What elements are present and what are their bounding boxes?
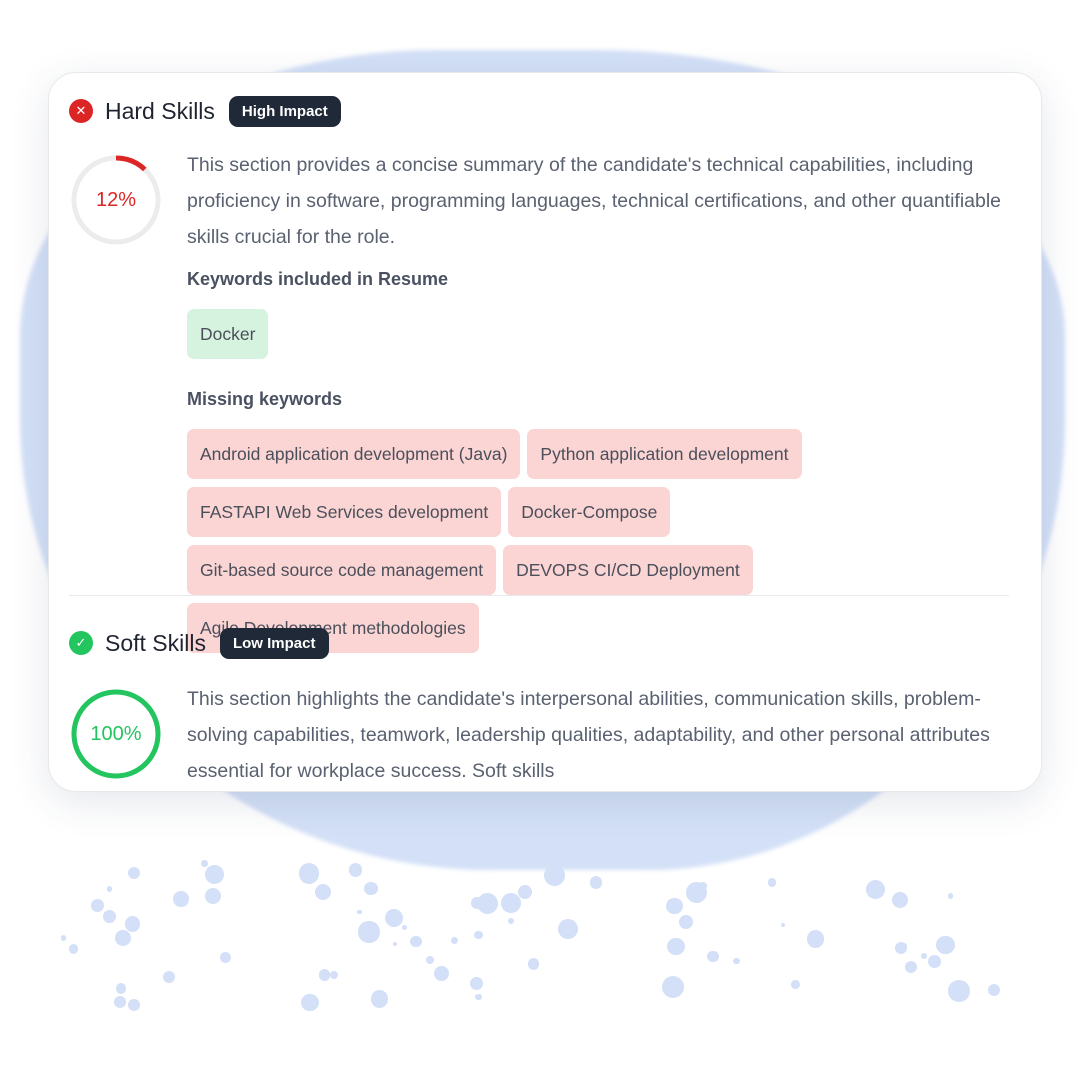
- splatter-dot: [921, 952, 928, 959]
- splatter-dot: [936, 936, 955, 955]
- splatter-dot: [947, 893, 954, 899]
- included-keywords: Docker: [187, 309, 907, 359]
- splatter-dot: [508, 918, 515, 924]
- splatter-dot: [557, 919, 578, 940]
- skills-card: ✕ Hard Skills High Impact 12% This secti…: [48, 72, 1042, 792]
- splatter-dot: [60, 935, 67, 941]
- check-circle-icon: ✓: [69, 631, 93, 655]
- splatter-dot: [301, 993, 319, 1012]
- keyword-chip: DEVOPS CI/CD Deployment: [503, 545, 753, 595]
- splatter-dot: [732, 957, 740, 965]
- splatter-dot: [685, 881, 708, 904]
- splatter-dot: [527, 958, 540, 970]
- splatter-dot: [987, 984, 1000, 997]
- splatter-dot: [544, 864, 566, 887]
- splatter-dot: [433, 966, 449, 982]
- splatter-dot: [91, 899, 104, 913]
- splatter-dot: [299, 863, 320, 884]
- section-title: Hard Skills: [105, 97, 215, 124]
- splatter-dot: [127, 998, 140, 1011]
- splatter-dot: [409, 935, 422, 948]
- keyword-chip: Docker: [187, 309, 269, 359]
- splatter-dot: [124, 916, 140, 932]
- splatter-dot: [315, 883, 332, 900]
- section-title: Soft Skills: [105, 629, 206, 656]
- splatter-dot: [589, 876, 603, 889]
- score-ring: 100%: [69, 687, 163, 781]
- splatter-dot: [475, 993, 482, 1000]
- splatter-dot: [68, 944, 79, 954]
- splatter-dot: [425, 956, 434, 964]
- splatter-dot: [173, 891, 190, 908]
- splatter-dot: [806, 930, 825, 948]
- splatter-dot: [220, 952, 232, 964]
- hard-skills-section: ✕ Hard Skills High Impact 12% This secti…: [69, 93, 1009, 653]
- splatter-dot: [115, 929, 131, 946]
- splatter-dot: [318, 969, 331, 981]
- splatter-dot: [667, 937, 685, 956]
- splatter-dot: [348, 863, 363, 877]
- splatter-dot: [474, 930, 483, 940]
- splatter-dot: [205, 888, 222, 905]
- splatter-dot: [948, 980, 970, 1002]
- score-ring: 12%: [69, 153, 163, 247]
- keyword-chip: Git-based source code management: [187, 545, 497, 595]
- splatter-dot: [358, 921, 380, 943]
- splatter-dot: [928, 954, 942, 968]
- x-circle-icon: ✕: [69, 99, 93, 123]
- splatter-dot: [791, 980, 801, 990]
- missing-keywords: Android application development (Java) Py…: [187, 429, 907, 653]
- splatter-dot: [894, 942, 908, 955]
- keyword-chip: Docker-Compose: [508, 487, 671, 537]
- keyword-chip: FASTAPI Web Services development: [187, 487, 502, 537]
- splatter-dot: [768, 878, 777, 887]
- splatter-dot: [517, 884, 532, 899]
- splatter-dot: [113, 996, 126, 1009]
- splatter-dot: [162, 971, 176, 984]
- splatter-dot: [707, 950, 719, 962]
- section-description: This section highlights the candidate's …: [187, 688, 990, 782]
- splatter-dot: [201, 860, 208, 867]
- splatter-dot: [781, 923, 786, 928]
- splatter-dot: [115, 983, 127, 994]
- splatter-dot: [205, 865, 225, 885]
- divider: [69, 595, 1009, 596]
- splatter-dot: [107, 886, 113, 892]
- included-label: Keywords included in Resume: [187, 269, 449, 289]
- splatter-dot: [357, 910, 362, 915]
- splatter-dot: [662, 976, 685, 998]
- splatter-dot: [330, 970, 339, 979]
- section-description: This section provides a concise summary …: [187, 154, 1002, 248]
- splatter-dot: [392, 942, 397, 947]
- keyword-chip: Android application development (Java): [187, 429, 521, 479]
- splatter-dot: [501, 893, 522, 913]
- splatter-dot: [371, 990, 389, 1008]
- splatter-dot: [450, 937, 459, 945]
- splatter-dot: [892, 892, 909, 909]
- splatter-dot: [666, 897, 684, 915]
- splatter-dot: [470, 977, 483, 991]
- splatter-dot: [363, 881, 378, 896]
- splatter-dot: [904, 961, 917, 974]
- impact-badge: High Impact: [228, 95, 341, 127]
- splatter-dot: [384, 909, 403, 927]
- missing-label: Missing keywords: [187, 389, 343, 409]
- splatter-dot: [128, 866, 141, 879]
- impact-badge: Low Impact: [219, 627, 329, 659]
- splatter-dot: [470, 896, 483, 910]
- score-label: 12%: [95, 188, 137, 211]
- soft-skills-section: ✓ Soft Skills Low Impact 100% This secti…: [69, 625, 1009, 782]
- splatter-dot: [866, 880, 886, 900]
- splatter-dot: [102, 909, 116, 923]
- score-label: 100%: [90, 722, 142, 745]
- keyword-chip: Python application development: [527, 429, 802, 479]
- splatter-dot: [401, 925, 407, 931]
- splatter-dot: [679, 914, 694, 929]
